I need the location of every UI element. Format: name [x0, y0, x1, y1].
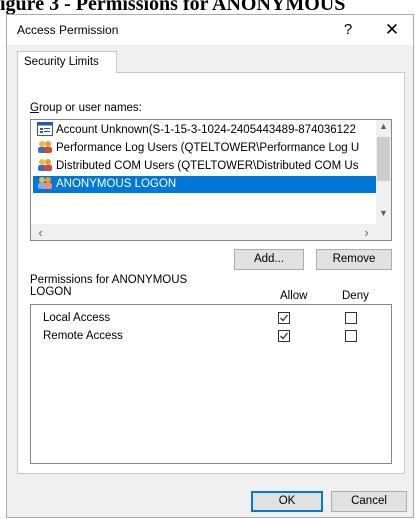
list-item[interactable]: Account Unknown(S-1-15-3-1024-2405443489… — [33, 122, 376, 139]
add-button[interactable]: Add... — [234, 249, 304, 270]
scroll-left-arrow-icon[interactable]: ‹ — [33, 225, 48, 240]
deny-column-header: Deny — [342, 290, 369, 302]
permission-name: Local Access — [43, 312, 111, 324]
local-access-deny-checkbox[interactable] — [345, 312, 357, 324]
scroll-thumb[interactable] — [377, 137, 390, 181]
list-item-label: Performance Log Users (QTELTOWER\Perform… — [56, 142, 360, 154]
vertical-scrollbar[interactable]: ▲ ▼ — [376, 120, 391, 224]
window-title: Access Permission — [17, 23, 119, 37]
permissions-grid: Local Access Remote Access — [30, 304, 392, 464]
remote-access-allow-checkbox[interactable] — [278, 330, 290, 342]
cancel-button[interactable]: Cancel — [331, 491, 407, 512]
list-item[interactable]: Performance Log Users (QTELTOWER\Perform… — [33, 140, 376, 157]
help-button[interactable]: ? — [333, 17, 363, 43]
scroll-right-arrow-icon[interactable]: › — [359, 225, 374, 240]
list-item-label: Distributed COM Users (QTELTOWER\Distrib… — [56, 160, 359, 172]
list-item-label: ANONYMOUS LOGON — [56, 178, 177, 190]
remove-button[interactable]: Remove — [316, 249, 392, 270]
checkmark-icon — [280, 332, 289, 340]
users-group-icon — [38, 177, 52, 189]
allow-column-header: Allow — [280, 290, 308, 302]
users-group-icon — [38, 159, 52, 171]
title-bar[interactable]: Access Permission ? ✕ — [7, 15, 413, 45]
unknown-account-icon — [37, 122, 53, 136]
list-item[interactable]: Distributed COM Users (QTELTOWER\Distrib… — [33, 158, 376, 175]
permission-name: Remote Access — [43, 330, 123, 342]
ok-button[interactable]: OK — [251, 491, 323, 512]
permissions-label: Permissions for ANONYMOUS LOGON — [30, 274, 188, 298]
scroll-up-arrow-icon[interactable]: ▲ — [376, 121, 391, 131]
users-group-icon — [38, 141, 52, 153]
tab-security-limits[interactable]: Security Limits — [17, 51, 117, 73]
horizontal-scrollbar[interactable]: ‹ › — [31, 224, 391, 240]
scroll-down-arrow-icon[interactable]: ▼ — [376, 208, 391, 218]
list-item-selected[interactable]: ANONYMOUS LOGON — [33, 176, 376, 193]
group-names-label: Group or user names: — [30, 102, 142, 114]
checkmark-icon — [280, 314, 289, 322]
list-item-label: Account Unknown(S-1-15-3-1024-2405443489… — [56, 124, 356, 136]
security-limits-panel: Group or user names: Account Unknown(S-1… — [17, 72, 405, 474]
group-user-listbox[interactable]: Account Unknown(S-1-15-3-1024-2405443489… — [30, 119, 392, 241]
remote-access-deny-checkbox[interactable] — [345, 330, 357, 342]
close-button[interactable]: ✕ — [377, 17, 407, 43]
access-permission-dialog: Access Permission ? ✕ Security Limits Gr… — [6, 14, 414, 518]
document-caption: igure 3 - Permissions for ANONYMOUS — [0, 0, 346, 14]
local-access-allow-checkbox[interactable] — [278, 312, 290, 324]
